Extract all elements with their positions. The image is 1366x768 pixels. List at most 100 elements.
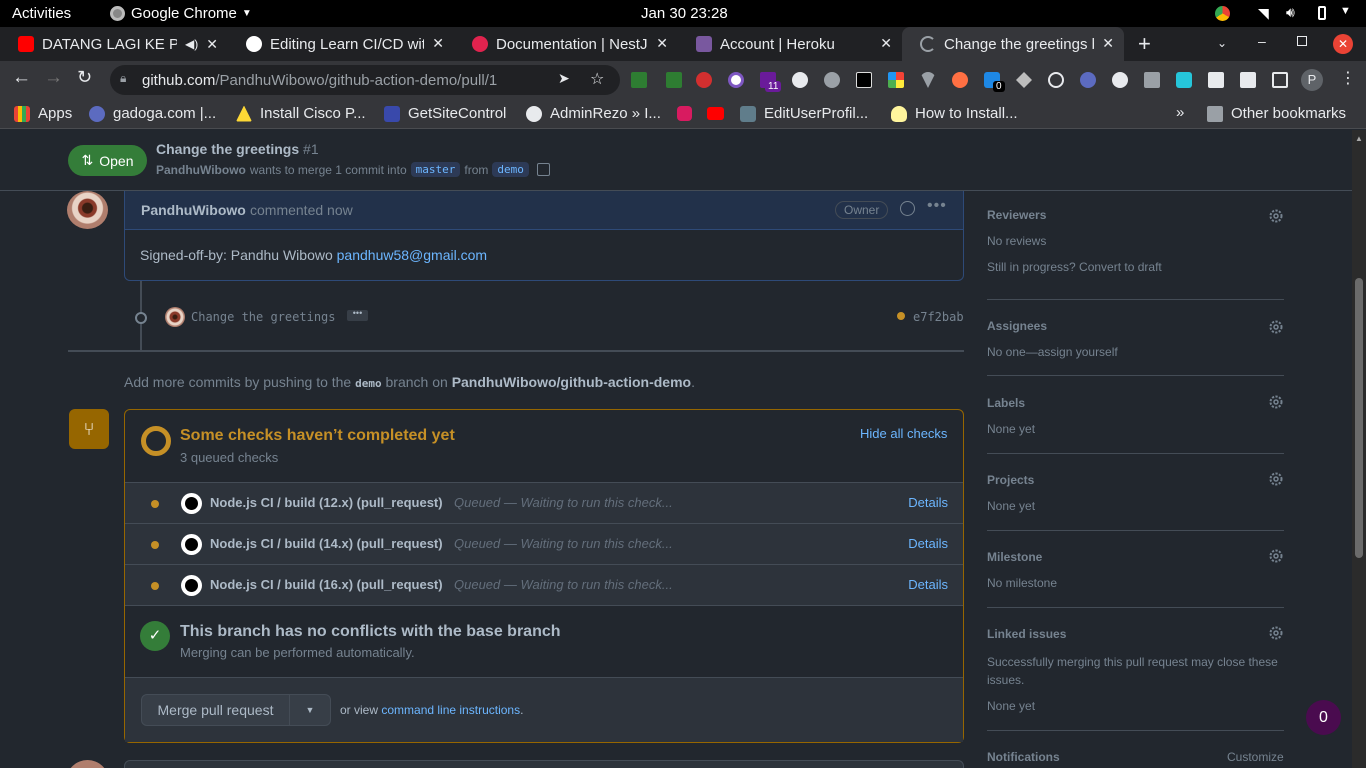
scroll-up-icon[interactable]: ▲	[1355, 134, 1363, 143]
bookmark-cisco[interactable]: Install Cisco P...	[236, 105, 366, 122]
head-branch[interactable]: demo	[492, 162, 529, 177]
pr-author-link[interactable]: PandhuWibowo	[156, 163, 246, 177]
extension-fl-icon[interactable]	[856, 72, 872, 88]
chrome-menu-icon[interactable]: ⋮	[1340, 68, 1356, 88]
bookmark-adminrezo[interactable]: AdminRezo » I...	[526, 105, 661, 122]
push-hint-repo-link[interactable]: PandhuWibowo/github-action-demo	[452, 374, 691, 390]
extension-orange-icon[interactable]	[952, 72, 968, 88]
battery-icon[interactable]	[1318, 6, 1326, 20]
extension-a-icon[interactable]	[1080, 72, 1096, 88]
commit-author-avatar[interactable]	[165, 307, 185, 327]
reload-button[interactable]: ↻	[77, 67, 92, 88]
tab-nestjs[interactable]: Documentation | NestJ ✕	[454, 27, 678, 61]
assignees-value[interactable]: No one—assign yourself	[987, 345, 1118, 359]
tab-github-pr[interactable]: Change the greetings b ✕	[902, 27, 1124, 61]
tab-search-chevron-icon[interactable]: ⌄	[1217, 36, 1227, 50]
commit-sha[interactable]: e7f2bab	[913, 310, 964, 324]
close-icon[interactable]: ✕	[656, 35, 668, 52]
close-icon[interactable]: ✕	[206, 36, 218, 53]
audio-icon[interactable]: ◀)	[185, 37, 198, 51]
extension-color-icon[interactable]	[728, 72, 744, 88]
extension-globe-icon[interactable]	[1112, 72, 1128, 88]
scrollbar-thumb[interactable]	[1355, 278, 1363, 558]
chrome-tray-icon[interactable]	[1215, 6, 1230, 21]
tab-youtube[interactable]: DATANG LAGI KE PE ◀) ✕	[0, 27, 228, 61]
assignees-heading[interactable]: Assignees	[987, 319, 1047, 333]
page-scrollbar[interactable]: ▲	[1352, 130, 1366, 768]
new-tab-button[interactable]: +	[1138, 31, 1151, 57]
maximize-button[interactable]	[1297, 36, 1307, 46]
emoji-reaction-icon[interactable]	[900, 201, 915, 216]
linked-issues-heading[interactable]: Linked issues	[987, 627, 1066, 641]
comment-time[interactable]: commented now	[250, 202, 353, 218]
command-line-instructions-link[interactable]: command line instructions	[381, 703, 520, 717]
media-queue-icon[interactable]	[1240, 72, 1256, 88]
forward-button[interactable]: →	[44, 67, 63, 89]
send-tab-icon[interactable]: ➤	[558, 70, 570, 87]
address-bar[interactable]: 🔒︎ github.com/PandhuWibowo/github-action…	[110, 65, 620, 95]
commit-message[interactable]: Change the greetings	[191, 310, 336, 324]
bookmark-gadoga[interactable]: gadoga.com |...	[89, 105, 216, 122]
customize-notifications-link[interactable]: Customize	[1227, 750, 1284, 764]
extension-pen-icon[interactable]	[1176, 72, 1192, 88]
assignees-gear-icon[interactable]	[1268, 319, 1284, 335]
close-window-button[interactable]: ✕	[1333, 34, 1353, 54]
labels-gear-icon[interactable]	[1268, 394, 1284, 410]
adblock-icon[interactable]	[696, 72, 712, 88]
convert-to-draft-link[interactable]: Still in progress? Convert to draft	[987, 260, 1162, 274]
next-avatar[interactable]	[67, 760, 108, 768]
reviewers-gear-icon[interactable]	[1268, 208, 1284, 224]
extension-c-icon[interactable]	[1144, 72, 1160, 88]
bookmarks-overflow-icon[interactable]: »	[1176, 104, 1184, 121]
activities-button[interactable]: Activities	[12, 5, 71, 22]
extension-palette-icon[interactable]	[888, 72, 904, 88]
tab-heroku[interactable]: Account | Heroku ✕	[678, 27, 902, 61]
system-menu-chevron-icon[interactable]: ▼	[1340, 5, 1351, 17]
linked-issues-gear-icon[interactable]	[1268, 625, 1284, 641]
side-panel-icon[interactable]	[1272, 72, 1288, 88]
app-menu[interactable]: Google Chrome ▼	[110, 5, 252, 22]
bookmark-other[interactable]: Other bookmarks	[1207, 105, 1346, 122]
bookmark-apps[interactable]: Apps	[14, 105, 72, 122]
check-details-link[interactable]: Details	[908, 536, 948, 551]
check-details-link[interactable]: Details	[908, 577, 948, 592]
extension-gear-icon[interactable]	[792, 72, 808, 88]
clock[interactable]: Jan 30 23:28	[641, 5, 728, 22]
copy-icon[interactable]	[536, 163, 550, 176]
merge-method-dropdown-icon[interactable]: ▼	[290, 695, 330, 725]
hide-all-checks-link[interactable]: Hide all checks	[860, 426, 947, 441]
comment-author[interactable]: PandhuWibowo	[141, 202, 246, 218]
extension-json-icon[interactable]	[666, 72, 682, 88]
bookmark-star-icon[interactable]: ☆	[590, 69, 604, 89]
extension-circle-icon[interactable]	[824, 72, 840, 88]
pr-title[interactable]: Change the greetings	[156, 141, 299, 157]
milestone-gear-icon[interactable]	[1268, 548, 1284, 564]
back-button[interactable]: ←	[12, 67, 31, 89]
projects-gear-icon[interactable]	[1268, 471, 1284, 487]
commit-status-dot[interactable]	[897, 312, 905, 320]
close-icon[interactable]: ✕	[880, 35, 892, 52]
tab-medium[interactable]: Editing Learn CI/CD wit ✕	[228, 27, 454, 61]
base-branch[interactable]: master	[410, 162, 461, 177]
bookmark-getsitecontrol[interactable]: GetSiteControl	[384, 105, 506, 122]
projects-heading[interactable]: Projects	[987, 473, 1034, 487]
extension-screen-icon[interactable]	[631, 72, 647, 88]
close-icon[interactable]: ✕	[1102, 35, 1114, 52]
comment-email-link[interactable]: pandhuw58@gmail.com	[337, 247, 487, 263]
extensions-puzzle-icon[interactable]	[1208, 72, 1224, 88]
labels-heading[interactable]: Labels	[987, 396, 1025, 410]
wifi-icon[interactable]: ◥	[1258, 5, 1269, 22]
merge-pull-request-button[interactable]: Merge pull request	[142, 695, 290, 725]
close-icon[interactable]: ✕	[432, 35, 444, 52]
bookmark-edituserprofile[interactable]: EditUserProfil...	[740, 105, 868, 122]
profile-avatar[interactable]: P	[1301, 69, 1323, 91]
react-devtools-icon[interactable]	[1048, 72, 1064, 88]
youtube-bookmark-icon[interactable]	[707, 107, 724, 120]
check-details-link[interactable]: Details	[908, 495, 948, 510]
floating-counter-badge[interactable]: 0	[1306, 700, 1341, 735]
author-avatar[interactable]	[67, 191, 108, 229]
minimize-button[interactable]: –	[1258, 33, 1266, 49]
reviewers-heading[interactable]: Reviewers	[987, 208, 1046, 222]
commit-expand-button[interactable]: •••	[347, 309, 368, 321]
milestone-heading[interactable]: Milestone	[987, 550, 1042, 564]
